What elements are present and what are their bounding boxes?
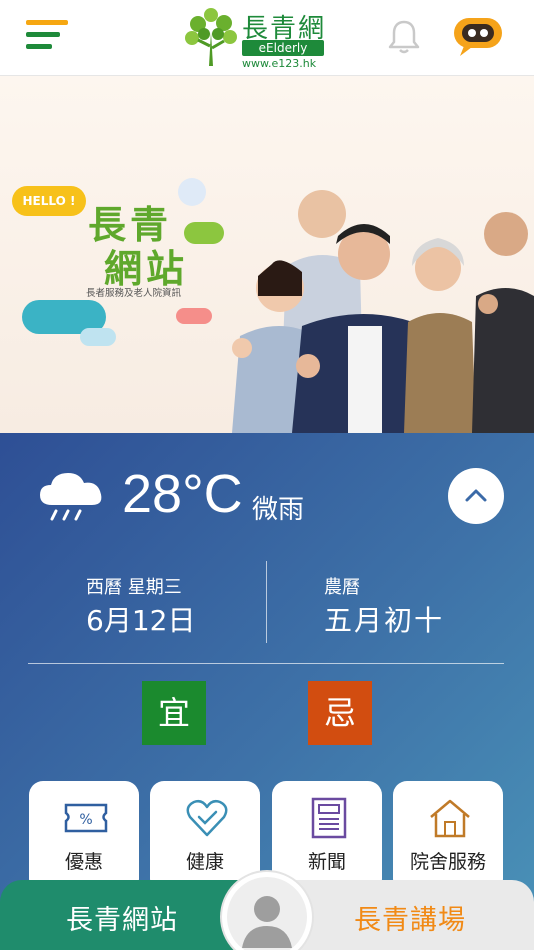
coupon-icon: % bbox=[64, 803, 108, 833]
logo-badge: eElderly bbox=[242, 40, 324, 56]
tile-label: 健康 bbox=[185, 851, 224, 873]
temperature: 28°C bbox=[122, 464, 243, 524]
western-date-label: 西曆 星期三 bbox=[86, 577, 182, 598]
app-header: 長青網 eElderly www.e123.hk bbox=[0, 0, 534, 76]
tile-news[interactable]: 新聞 bbox=[272, 781, 382, 893]
bell-icon[interactable] bbox=[384, 17, 424, 57]
inauspicious-button[interactable]: 忌 bbox=[308, 681, 372, 745]
tile-care-home[interactable]: 院舍服務 bbox=[393, 781, 503, 893]
hamburger-menu-icon[interactable] bbox=[26, 20, 68, 54]
tile-label: 院舍服務 bbox=[409, 851, 486, 873]
hero-people-photo bbox=[232, 190, 534, 433]
house-icon bbox=[430, 799, 470, 838]
rain-cloud-icon bbox=[40, 473, 102, 521]
tile-discount[interactable]: % 優惠 bbox=[29, 781, 139, 893]
avatar-bubble-icon bbox=[178, 178, 206, 206]
date-divider bbox=[266, 561, 267, 643]
heart-check-icon bbox=[186, 799, 228, 837]
hero-subtitle: 長者服務及老人院資訊 bbox=[86, 288, 182, 299]
newspaper-icon bbox=[311, 797, 347, 839]
nav-left-label: 長青網站 bbox=[66, 905, 178, 936]
chatbot-icon[interactable] bbox=[450, 14, 506, 58]
user-profile-icon bbox=[227, 877, 307, 950]
weather-condition: 微雨 bbox=[252, 495, 305, 525]
collapse-button[interactable] bbox=[448, 468, 504, 524]
tile-health[interactable]: 健康 bbox=[150, 781, 260, 893]
tree-logo-icon bbox=[185, 8, 237, 66]
tile-label: 優惠 bbox=[64, 851, 103, 873]
dots-bubble-icon bbox=[80, 328, 116, 346]
bottom-navigation: 長青網站 長青講場 bbox=[0, 872, 534, 950]
lunar-date-label: 農曆 bbox=[324, 577, 360, 598]
chevron-up-icon bbox=[465, 489, 487, 502]
svg-text:%: % bbox=[79, 812, 92, 828]
tile-label: 新聞 bbox=[307, 851, 346, 873]
auspicious-button[interactable]: 宜 bbox=[142, 681, 206, 745]
hello-bubble: HELLO ! bbox=[12, 186, 86, 216]
lunar-date-value: 五月初十 bbox=[324, 604, 445, 637]
western-date-value: 6月12日 bbox=[86, 604, 196, 637]
section-divider bbox=[28, 663, 504, 664]
logo[interactable]: 長青網 eElderly www.e123.hk bbox=[180, 6, 330, 70]
pink-bubble-icon bbox=[176, 308, 212, 324]
hero-banner[interactable]: HELLO ! 長青 網站 長者服務及老人院資訊 bbox=[0, 76, 534, 433]
logo-url: www.e123.hk bbox=[242, 57, 317, 70]
nav-right-label: 長青講場 bbox=[354, 905, 466, 936]
